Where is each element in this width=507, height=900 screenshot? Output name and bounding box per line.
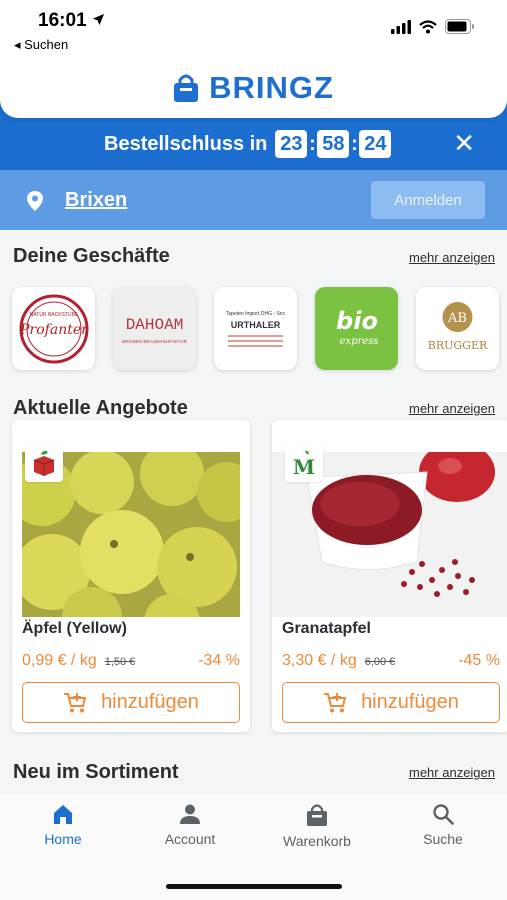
profanter-logo: Profanter NATUR BACKSTUBE	[19, 294, 89, 363]
nav-search[interactable]: Suche	[393, 803, 493, 847]
back-to-search-link[interactable]: ◂ Suchen	[14, 37, 68, 53]
produce-box-icon	[33, 450, 55, 476]
product-price: 3,30 € / kg 6,00 €	[282, 652, 395, 670]
shop-logo-text: URTHALER	[231, 320, 281, 330]
status-icons	[391, 19, 475, 34]
search-icon	[433, 804, 454, 825]
person-icon	[180, 804, 200, 824]
location-pin-icon	[27, 191, 43, 211]
product-card-pomegranate[interactable]: M Granatapfel 3,30 € / kg 6,00 € -45 % hi…	[272, 420, 507, 732]
discount-label: -34 %	[198, 652, 240, 669]
shops-more-link[interactable]: mehr anzeigen	[409, 250, 495, 265]
offers-more-link[interactable]: mehr anzeigen	[409, 401, 495, 416]
countdown-separator: :	[309, 132, 316, 155]
brand-logo: BRINGZ	[0, 70, 507, 106]
nav-search-label: Suche	[423, 831, 463, 847]
deadline-label: Bestellschluss in	[104, 132, 268, 155]
shopping-bag-icon	[174, 74, 199, 102]
new-products-title: Neu im Sortiment	[13, 761, 179, 783]
shop-logo-subtext: AB	[447, 311, 467, 326]
bag-icon	[307, 804, 327, 826]
shop-logo-subtext: BRIXNER BRAUMANUFAKTUR	[122, 339, 188, 344]
shop-bio-express[interactable]: bio express	[315, 287, 398, 370]
countdown-hours: 23	[275, 130, 308, 158]
product-name: Granatapfel	[282, 620, 371, 637]
nav-home[interactable]: Home	[13, 803, 113, 847]
add-cart-icon	[64, 692, 87, 712]
shop-dahoam[interactable]: DAHOAM BRIXNER BRAUMANUFAKTUR	[113, 287, 196, 370]
offers-title: Aktuelle Angebote	[13, 397, 188, 419]
brand-name: BRINGZ	[209, 70, 334, 105]
signal-icon	[391, 19, 411, 34]
shop-logo-text: DAHOAM	[126, 316, 184, 334]
shop-logo-subtext: NATUR BACKSTUBE	[29, 312, 78, 318]
current-price: 0,99 € / kg	[22, 652, 97, 669]
countdown-seconds: 24	[359, 130, 392, 158]
old-price: 6,00 €	[364, 656, 396, 668]
nav-account[interactable]: Account	[140, 803, 240, 847]
shop-logo-text: Profanter	[19, 322, 89, 338]
add-to-cart-button[interactable]: hinzufügen	[282, 682, 500, 723]
bio-express-logo: bio express	[336, 307, 379, 347]
svg-text:M: M	[293, 455, 315, 477]
wifi-icon	[419, 19, 437, 33]
location-arrow-icon	[92, 13, 105, 26]
shop-brugger[interactable]: AB BRUGGER	[416, 287, 499, 370]
nav-home-label: Home	[44, 831, 82, 847]
add-to-cart-button[interactable]: hinzufügen	[22, 682, 240, 723]
login-button[interactable]: Anmelden	[371, 181, 485, 219]
home-icon	[54, 805, 72, 824]
add-to-cart-label: hinzufügen	[101, 691, 199, 713]
battery-icon	[445, 19, 474, 34]
market-logo-icon: M	[293, 450, 315, 477]
store-badge	[25, 444, 63, 482]
product-price: 0,99 € / kg 1,50 €	[22, 652, 135, 670]
product-card-apples[interactable]: Äpfel (Yellow) 0,99 € / kg 1,50 € -34 % h…	[12, 420, 250, 732]
dahoam-logo: DAHOAM BRIXNER BRAUMANUFAKTUR	[113, 287, 196, 370]
add-to-cart-label: hinzufügen	[361, 691, 459, 713]
add-cart-icon	[324, 692, 347, 712]
urthaler-logo: Tapeten Import OHG - Snc URTHALER	[226, 311, 286, 347]
location-bar: Brixen Anmelden	[0, 170, 507, 230]
discount-label: -45 %	[458, 652, 500, 669]
home-indicator	[166, 884, 342, 889]
store-badge: M	[285, 444, 323, 482]
old-price: 1,50 €	[104, 656, 136, 668]
product-name: Äpfel (Yellow)	[22, 620, 127, 637]
city-link[interactable]: Brixen	[65, 189, 127, 212]
shop-profanter[interactable]: Profanter NATUR BACKSTUBE	[12, 287, 95, 370]
shop-logo-text: BRUGGER	[428, 339, 488, 352]
shop-urthaler[interactable]: Tapeten Import OHG - Snc URTHALER	[214, 287, 297, 370]
countdown-separator: :	[351, 132, 358, 155]
status-time: 16:01	[38, 10, 87, 31]
close-icon[interactable]: ✕	[453, 130, 475, 156]
nav-account-label: Account	[164, 831, 216, 847]
shops-title: Deine Geschäfte	[13, 245, 170, 267]
countdown-minutes: 58	[317, 130, 350, 158]
shop-list: Profanter NATUR BACKSTUBE DAHOAM BRIXNER…	[12, 287, 499, 370]
shop-logo-subtext: express	[340, 336, 379, 347]
current-price: 3,30 € / kg	[282, 652, 357, 669]
brugger-logo: AB BRUGGER	[428, 302, 488, 352]
new-products-more-link[interactable]: mehr anzeigen	[409, 765, 495, 780]
app-header: 16:01 ◂ Suchen BRINGZ	[0, 0, 507, 118]
nav-cart[interactable]: Warenkorb	[267, 803, 367, 849]
nav-cart-label: Warenkorb	[283, 833, 351, 849]
shop-logo-text: bio	[336, 307, 378, 335]
shop-logo-subtext: Tapeten Import OHG - Snc	[226, 311, 286, 317]
